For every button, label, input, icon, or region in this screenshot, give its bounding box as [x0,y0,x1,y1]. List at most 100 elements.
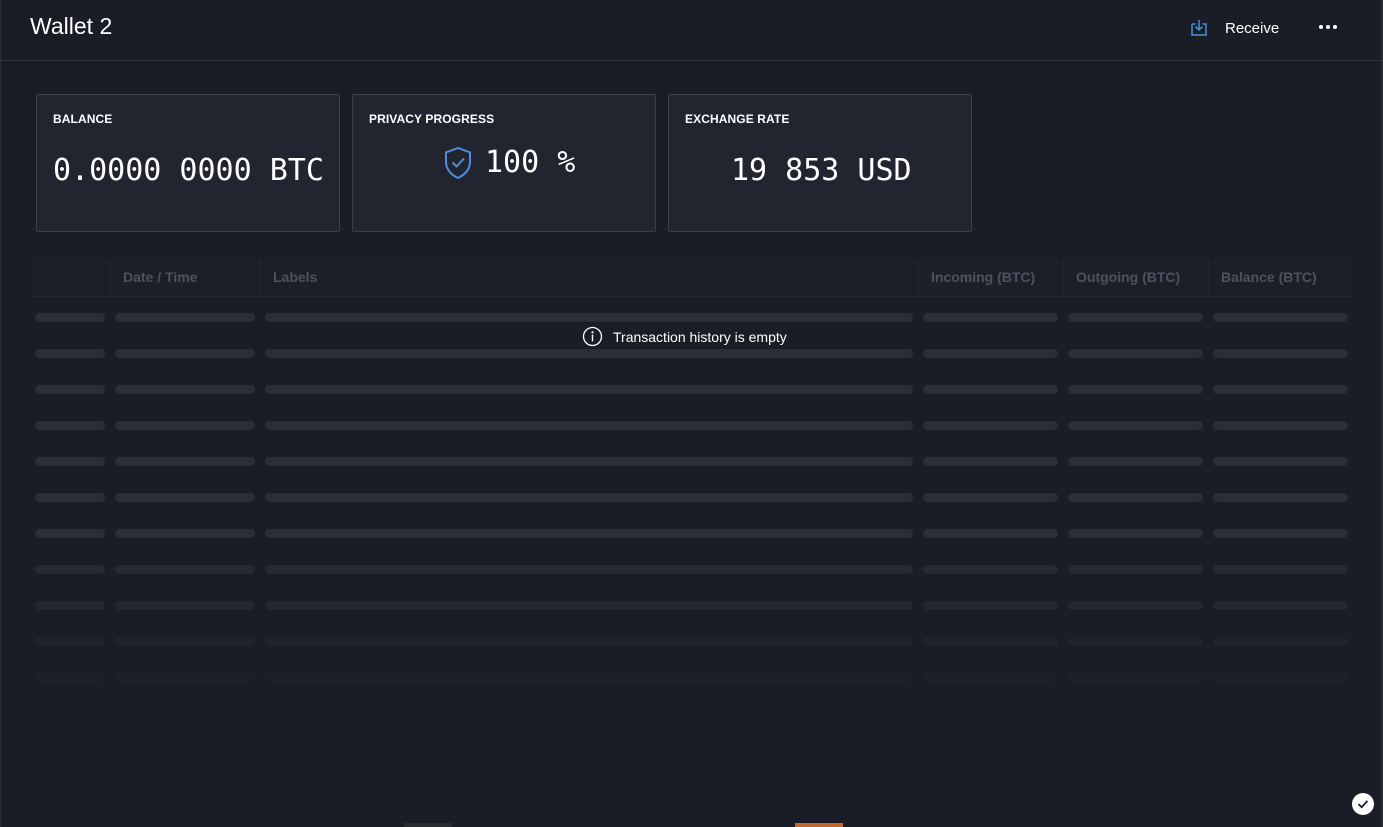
empty-state-text: Transaction history is empty [613,328,787,345]
skeleton-bar [115,313,255,322]
skeleton-row [30,493,1353,503]
skeleton-bar [115,421,255,430]
skeleton-bar [265,385,913,394]
skeleton-bar [1213,457,1348,466]
privacy-progress-label: PRIVACY PROGRESS [369,112,495,126]
skeleton-bar [265,421,913,430]
skeleton-bar [1068,457,1203,466]
column-header-incoming[interactable]: Incoming (BTC) [918,259,1063,296]
skeleton-bar [1068,349,1203,358]
skeleton-bar [265,349,913,358]
more-options-button[interactable] [1316,17,1340,37]
skeleton-bar [265,313,913,322]
skeleton-bar [265,637,913,646]
skeleton-bar [35,673,105,682]
skeleton-bar [923,637,1058,646]
skeleton-bar [35,421,105,430]
skeleton-bar [1213,493,1348,502]
skeleton-bar [1068,673,1203,682]
skeleton-bar [265,529,913,538]
skeleton-row [30,313,1353,323]
skeleton-row [30,673,1353,683]
skeleton-bar [923,493,1058,502]
skeleton-bar [923,529,1058,538]
skeleton-bar [35,385,105,394]
skeleton-bar [923,601,1058,610]
column-header-outgoing[interactable]: Outgoing (BTC) [1063,259,1208,296]
balance-label: BALANCE [53,112,113,126]
skeleton-row [30,637,1353,647]
skeleton-bar [1213,637,1348,646]
skeleton-bar [35,601,105,610]
more-horizontal-icon-dot [1326,25,1330,29]
skeleton-bar [115,565,255,574]
balance-tile: BALANCE 0.0000 0000 BTC [36,94,340,232]
skeleton-bar [1213,529,1348,538]
receive-button-label: Receive [1225,19,1280,37]
skeleton-bar [35,313,105,322]
skeleton-bar [1213,565,1348,574]
exchange-rate-tile: EXCHANGE RATE 19 853 USD [668,94,972,232]
skeleton-bar [1213,421,1348,430]
skeleton-bar [1068,565,1203,574]
checkmark-icon [1357,800,1369,809]
skeleton-bar [923,349,1058,358]
skeleton-bar [115,385,255,394]
transaction-history-table: Date / Time Labels Incoming (BTC) Outgoi… [30,259,1353,719]
status-indicator[interactable] [1352,793,1374,815]
skeleton-bar [923,421,1058,430]
skeleton-bar [35,457,105,466]
skeleton-bar [923,673,1058,682]
skeleton-bar [35,565,105,574]
skeleton-bar [265,457,913,466]
privacy-progress-tile[interactable]: PRIVACY PROGRESS 100 % [352,94,656,232]
skeleton-bar [35,349,105,358]
skeleton-row [30,385,1353,395]
skeleton-bar [115,457,255,466]
skeleton-bar [1213,601,1348,610]
skeleton-row [30,529,1353,539]
skeleton-bar [115,637,255,646]
skeleton-bar [1213,313,1348,322]
skeleton-row [30,349,1353,359]
skeleton-bar [115,673,255,682]
privacy-progress-value: 100 % [485,145,576,180]
column-header-balance[interactable]: Balance (BTC) [1208,259,1353,296]
skeleton-bar [115,349,255,358]
skeleton-bar [35,529,105,538]
skeleton-row [30,457,1353,467]
wallet-window: Wallet 2 Receive BALANCE 0.0000 0000 BTC… [0,0,1383,827]
skeleton-row [30,601,1353,611]
table-header: Date / Time Labels Incoming (BTC) Outgoi… [30,259,1353,297]
shield-check-icon [445,146,471,179]
more-horizontal-icon-dot [1333,25,1337,29]
skeleton-row [30,565,1353,575]
skeleton-bar [923,313,1058,322]
skeleton-bar [1213,673,1348,682]
taskbar-indicator-active [795,823,843,827]
empty-state-message: Transaction history is empty [582,326,787,347]
skeleton-bar [923,565,1058,574]
balance-value: 0.0000 0000 BTC [53,153,324,188]
skeleton-bar [1068,529,1203,538]
column-header-indicator[interactable] [30,259,110,296]
skeleton-bar [265,601,913,610]
taskbar-indicator [404,823,452,827]
skeleton-bar [1068,313,1203,322]
exchange-rate-value: 19 853 USD [731,153,912,188]
info-icon [582,326,603,347]
column-header-labels[interactable]: Labels [260,259,918,296]
column-header-date-time[interactable]: Date / Time [110,259,260,296]
skeleton-bar [1213,349,1348,358]
skeleton-bar [1068,421,1203,430]
skeleton-bar [35,637,105,646]
exchange-rate-label: EXCHANGE RATE [685,112,790,126]
receive-button[interactable]: Receive [1189,16,1279,40]
skeleton-bar [35,493,105,502]
wallet-header: Wallet 2 Receive [0,0,1383,61]
skeleton-row [30,421,1353,431]
page-title: Wallet 2 [30,13,113,39]
skeleton-bar [115,601,255,610]
skeleton-bar [265,493,913,502]
skeleton-bar [115,529,255,538]
